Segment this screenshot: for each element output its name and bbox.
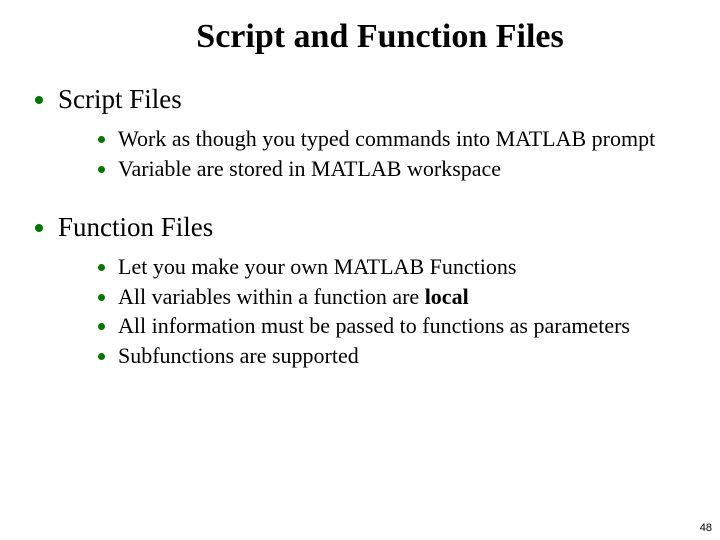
item-text: Variable are stored in MATLAB workspace bbox=[118, 156, 501, 181]
section-function-files: Function Files Let you make your own MAT… bbox=[58, 212, 690, 369]
list-item: Subfunctions are supported bbox=[118, 342, 690, 370]
bullet-list-level2: Let you make your own MATLAB Functions A… bbox=[58, 253, 690, 369]
list-item: Variable are stored in MATLAB workspace bbox=[118, 155, 690, 183]
list-item: All variables within a function are loca… bbox=[118, 283, 690, 311]
item-text: All variables within a function are loca… bbox=[118, 284, 469, 309]
bullet-list-level2: Work as though you typed commands into M… bbox=[58, 125, 690, 182]
item-text: Let you make your own MATLAB Functions bbox=[118, 254, 516, 279]
list-item: Work as though you typed commands into M… bbox=[118, 125, 690, 153]
section-heading: Script Files bbox=[58, 84, 182, 114]
bold-word: local bbox=[425, 284, 469, 309]
item-text: Subfunctions are supported bbox=[118, 343, 359, 368]
slide: Script and Function Files Script Files W… bbox=[0, 0, 720, 540]
page-number: 48 bbox=[700, 522, 712, 534]
bullet-list-level1: Script Files Work as though you typed co… bbox=[30, 84, 690, 369]
section-script-files: Script Files Work as though you typed co… bbox=[58, 84, 690, 182]
item-text: Work as though you typed commands into M… bbox=[118, 126, 655, 151]
list-item: All information must be passed to functi… bbox=[118, 312, 690, 340]
item-text: All information must be passed to functi… bbox=[118, 313, 630, 338]
section-heading: Function Files bbox=[58, 212, 213, 242]
list-item: Let you make your own MATLAB Functions bbox=[118, 253, 690, 281]
slide-title: Script and Function Files bbox=[30, 18, 690, 56]
